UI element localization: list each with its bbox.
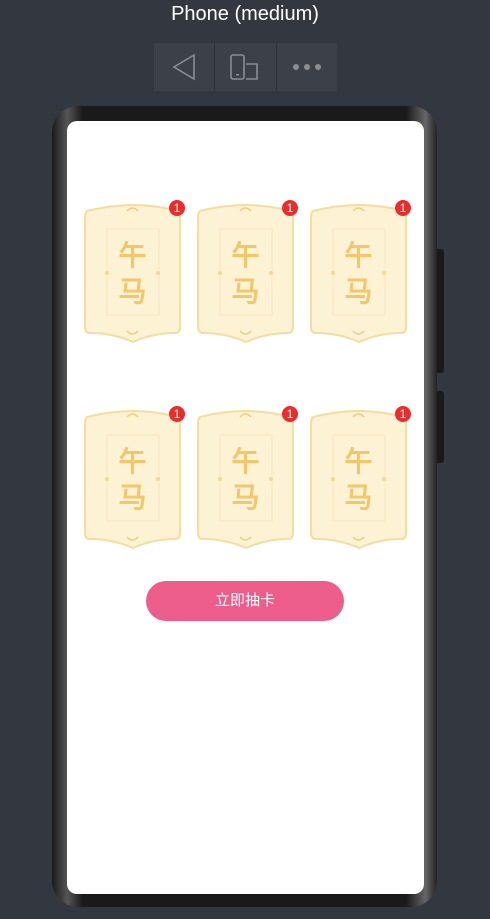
- card-frame-icon: 午 马: [84, 410, 182, 550]
- device-toolbar: [154, 43, 337, 91]
- card-frame-icon: 午 马: [197, 204, 295, 344]
- back-button[interactable]: [154, 43, 216, 91]
- more-icon: [292, 64, 321, 70]
- card-char-1: 午: [344, 240, 372, 271]
- card-count-badge: 1: [395, 200, 411, 216]
- card-count-badge: 1: [282, 200, 298, 216]
- back-icon: [172, 53, 195, 81]
- draw-card-button[interactable]: 立即抽卡: [146, 581, 344, 621]
- card-item[interactable]: 午 马 1: [309, 200, 411, 344]
- more-button[interactable]: [277, 43, 337, 91]
- device-title: Phone (medium): [171, 3, 319, 25]
- card-frame-icon: 午 马: [84, 204, 182, 344]
- card-item[interactable]: 午 马 1: [309, 406, 411, 550]
- card-char-2: 马: [231, 276, 259, 307]
- card-char-2: 马: [231, 482, 259, 513]
- card-char-2: 马: [344, 276, 372, 307]
- rotate-button[interactable]: [215, 43, 277, 91]
- volume-button: [437, 249, 444, 373]
- card-char-1: 午: [118, 446, 146, 477]
- card-char-2: 马: [118, 482, 146, 513]
- card-item[interactable]: 午 马 1: [196, 200, 298, 344]
- card-frame-icon: 午 马: [310, 204, 408, 344]
- power-button: [437, 391, 444, 463]
- card-char-1: 午: [231, 240, 259, 271]
- card-count-badge: 1: [169, 406, 185, 422]
- card-count-badge: 1: [395, 406, 411, 422]
- card-char-2: 马: [118, 276, 146, 307]
- card-item[interactable]: 午 马 1: [83, 200, 185, 344]
- card-char-2: 马: [344, 482, 372, 513]
- card-char-1: 午: [231, 446, 259, 477]
- card-frame-icon: 午 马: [197, 410, 295, 550]
- card-char-1: 午: [344, 446, 372, 477]
- card-item[interactable]: 午 马 1: [83, 406, 185, 550]
- rotate-device-icon: [230, 54, 259, 80]
- card-char-1: 午: [118, 240, 146, 271]
- card-item[interactable]: 午 马 1: [196, 406, 298, 550]
- card-count-badge: 1: [282, 406, 298, 422]
- card-frame-icon: 午 马: [310, 410, 408, 550]
- card-count-badge: 1: [169, 200, 185, 216]
- phone-screen: 立即抽卡 午 马 1 午 马 1 午 马 1 午 马 1 午 马 1 午 马 1: [67, 121, 424, 894]
